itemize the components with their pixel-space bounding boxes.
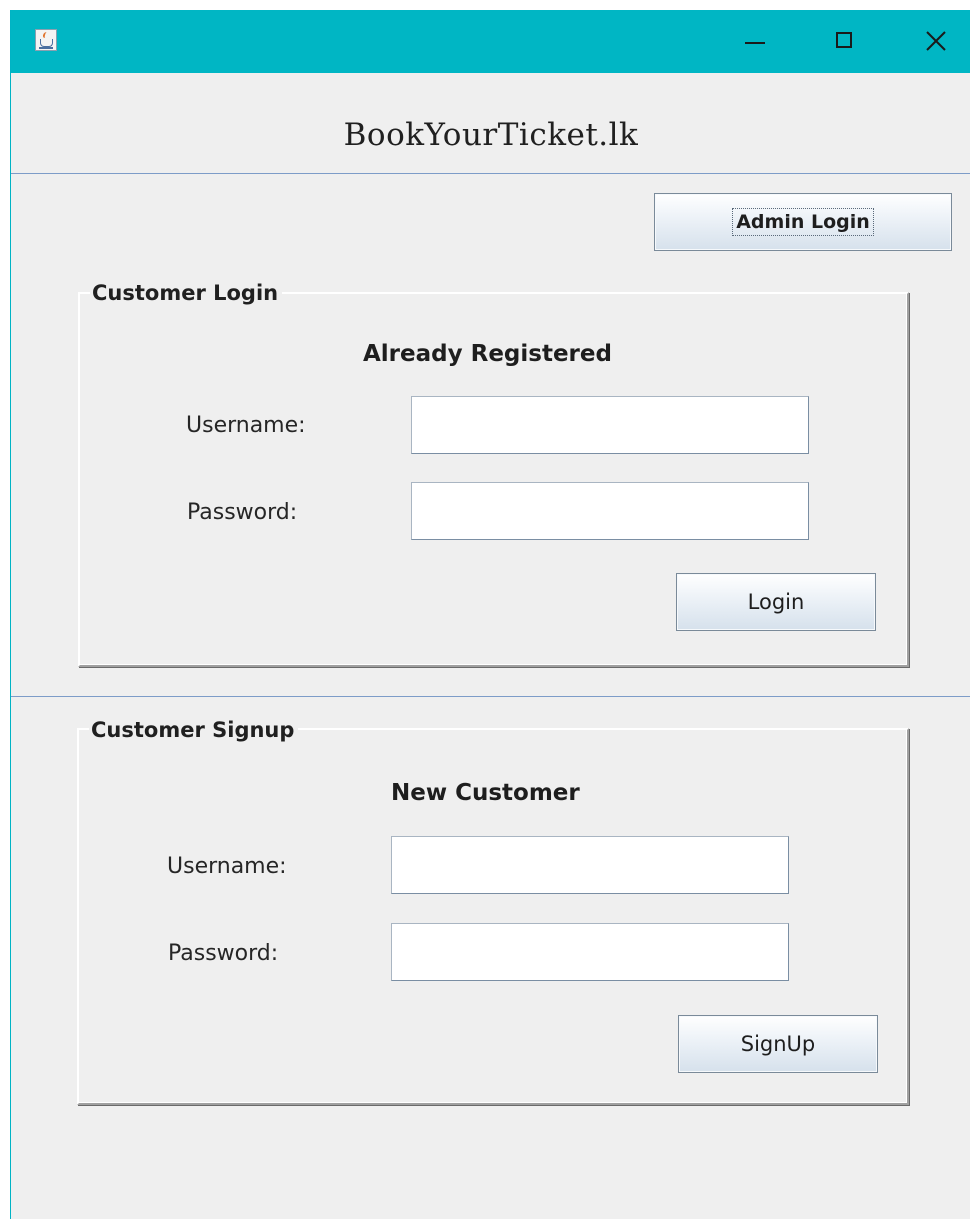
app-window: BookYourTicket.lk Admin Login Customer L…	[10, 10, 970, 1219]
login-username-label: Username:	[186, 413, 306, 438]
login-password-input[interactable]	[411, 482, 809, 540]
title-bar[interactable]	[11, 10, 970, 73]
minimize-button[interactable]	[721, 10, 791, 73]
brand-title: BookYourTicket.lk	[343, 117, 639, 153]
close-button[interactable]	[901, 10, 970, 73]
signup-username-input[interactable]	[391, 836, 789, 894]
admin-login-label: Admin Login	[732, 208, 874, 236]
new-customer-heading: New Customer	[391, 780, 580, 806]
java-app-icon[interactable]	[35, 29, 57, 51]
login-username-input[interactable]	[411, 396, 809, 454]
signup-password-input[interactable]	[391, 923, 789, 981]
already-registered-heading: Already Registered	[363, 341, 612, 367]
admin-login-button[interactable]: Admin Login	[654, 193, 952, 251]
customer-signup-title: Customer Signup	[89, 717, 299, 743]
close-icon	[926, 31, 946, 51]
header-separator	[11, 173, 970, 174]
section-separator	[11, 696, 970, 697]
signup-username-label: Username:	[167, 854, 287, 879]
customer-login-title: Customer Login	[90, 280, 283, 306]
signup-button[interactable]: SignUp	[678, 1015, 878, 1073]
signup-password-label: Password:	[168, 941, 279, 966]
maximize-button[interactable]	[811, 10, 881, 73]
login-button[interactable]: Login	[676, 573, 876, 631]
login-password-label: Password:	[187, 500, 298, 525]
